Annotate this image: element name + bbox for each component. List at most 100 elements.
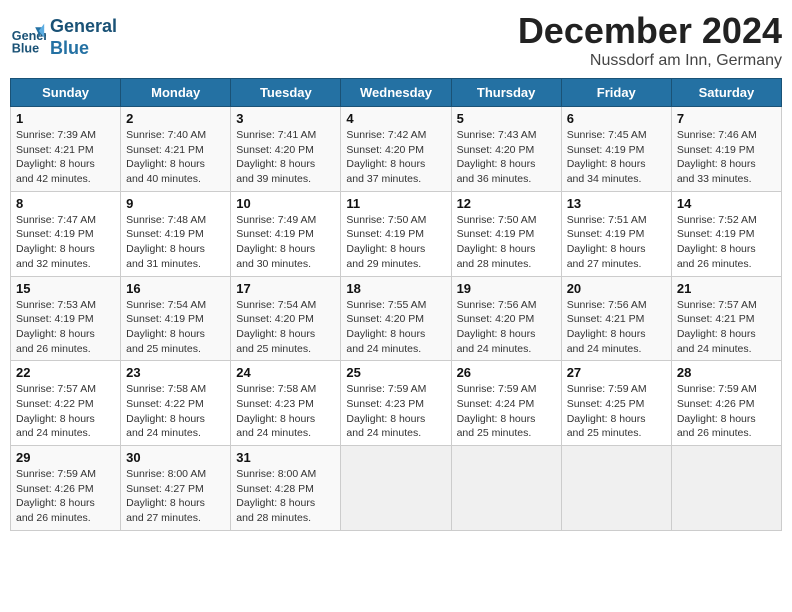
- weekday-header-saturday: Saturday: [671, 79, 781, 107]
- day-detail: Sunrise: 7:41 AMSunset: 4:20 PMDaylight:…: [236, 128, 335, 187]
- day-number: 3: [236, 111, 335, 126]
- day-detail: Sunrise: 7:43 AMSunset: 4:20 PMDaylight:…: [457, 128, 556, 187]
- day-detail: Sunrise: 7:47 AMSunset: 4:19 PMDaylight:…: [16, 213, 115, 272]
- calendar-cell: 29 Sunrise: 7:59 AMSunset: 4:26 PMDayligh…: [11, 446, 121, 531]
- day-number: 21: [677, 281, 776, 296]
- calendar-cell: 6Sunrise: 7:45 AMSunset: 4:19 PMDaylight…: [561, 107, 671, 192]
- calendar-cell: 26 Sunrise: 7:59 AMSunset: 4:24 PMDayligh…: [451, 361, 561, 446]
- calendar-cell: [341, 446, 451, 531]
- calendar-cell: 20 Sunrise: 7:56 AMSunset: 4:21 PMDayligh…: [561, 276, 671, 361]
- svg-text:Blue: Blue: [12, 41, 39, 55]
- day-number: 9: [126, 196, 225, 211]
- calendar-cell: 31Sunrise: 8:00 AMSunset: 4:28 PMDayligh…: [231, 446, 341, 531]
- calendar-cell: 25 Sunrise: 7:59 AMSunset: 4:23 PMDayligh…: [341, 361, 451, 446]
- day-number: 1: [16, 111, 115, 126]
- day-number: 18: [346, 281, 445, 296]
- calendar-cell: 22Sunrise: 7:57 AMSunset: 4:22 PMDayligh…: [11, 361, 121, 446]
- calendar-cell: 27 Sunrise: 7:59 AMSunset: 4:25 PMDayligh…: [561, 361, 671, 446]
- day-detail: Sunrise: 7:53 AMSunset: 4:19 PMDaylight:…: [16, 298, 115, 357]
- day-detail: Sunrise: 7:59 AMSunset: 4:26 PMDaylight:…: [16, 467, 115, 526]
- weekday-header-monday: Monday: [121, 79, 231, 107]
- calendar-table: SundayMondayTuesdayWednesdayThursdayFrid…: [10, 78, 782, 531]
- location-title: Nussdorf am Inn, Germany: [518, 52, 782, 70]
- day-number: 16: [126, 281, 225, 296]
- calendar-cell: 28 Sunrise: 7:59 AMSunset: 4:26 PMDayligh…: [671, 361, 781, 446]
- calendar-cell: 13 Sunrise: 7:51 AMSunset: 4:19 PMDayligh…: [561, 191, 671, 276]
- calendar-cell: 2 Sunrise: 7:40 AMSunset: 4:21 PMDaylight…: [121, 107, 231, 192]
- calendar-cell: 14 Sunrise: 7:52 AMSunset: 4:19 PMDayligh…: [671, 191, 781, 276]
- day-number: 25: [346, 365, 445, 380]
- day-detail: Sunrise: 7:57 AMSunset: 4:21 PMDaylight:…: [677, 298, 776, 357]
- day-detail: Sunrise: 7:58 AMSunset: 4:23 PMDaylight:…: [236, 382, 335, 441]
- calendar-cell: 4Sunrise: 7:42 AMSunset: 4:20 PMDaylight…: [341, 107, 451, 192]
- day-number: 15: [16, 281, 115, 296]
- weekday-header-friday: Friday: [561, 79, 671, 107]
- logo-line2: Blue: [50, 38, 117, 60]
- calendar-cell: 3 Sunrise: 7:41 AMSunset: 4:20 PMDaylight…: [231, 107, 341, 192]
- day-detail: Sunrise: 7:48 AMSunset: 4:19 PMDaylight:…: [126, 213, 225, 272]
- logo-icon: General Blue: [10, 20, 46, 56]
- calendar-cell: 1Sunrise: 7:39 AMSunset: 4:21 PMDaylight…: [11, 107, 121, 192]
- day-number: 2: [126, 111, 225, 126]
- day-number: 23: [126, 365, 225, 380]
- day-number: 17: [236, 281, 335, 296]
- day-detail: Sunrise: 7:49 AMSunset: 4:19 PMDaylight:…: [236, 213, 335, 272]
- day-detail: Sunrise: 8:00 AMSunset: 4:27 PMDaylight:…: [126, 467, 225, 526]
- calendar-cell: 5 Sunrise: 7:43 AMSunset: 4:20 PMDaylight…: [451, 107, 561, 192]
- day-number: 11: [346, 196, 445, 211]
- calendar-cell: 15 Sunrise: 7:53 AMSunset: 4:19 PMDayligh…: [11, 276, 121, 361]
- day-detail: Sunrise: 7:56 AMSunset: 4:20 PMDaylight:…: [457, 298, 556, 357]
- calendar-cell: 16 Sunrise: 7:54 AMSunset: 4:19 PMDayligh…: [121, 276, 231, 361]
- day-detail: Sunrise: 7:54 AMSunset: 4:20 PMDaylight:…: [236, 298, 335, 357]
- day-number: 29: [16, 450, 115, 465]
- day-number: 27: [567, 365, 666, 380]
- calendar-cell: [671, 446, 781, 531]
- calendar-cell: 17 Sunrise: 7:54 AMSunset: 4:20 PMDayligh…: [231, 276, 341, 361]
- title-block: December 2024 Nussdorf am Inn, Germany: [518, 10, 782, 70]
- day-detail: Sunrise: 7:59 AMSunset: 4:23 PMDaylight:…: [346, 382, 445, 441]
- day-number: 20: [567, 281, 666, 296]
- day-number: 13: [567, 196, 666, 211]
- day-detail: Sunrise: 7:40 AMSunset: 4:21 PMDaylight:…: [126, 128, 225, 187]
- day-number: 7: [677, 111, 776, 126]
- weekday-header-wednesday: Wednesday: [341, 79, 451, 107]
- day-number: 28: [677, 365, 776, 380]
- day-number: 8: [16, 196, 115, 211]
- calendar-cell: 30 Sunrise: 8:00 AMSunset: 4:27 PMDayligh…: [121, 446, 231, 531]
- day-detail: Sunrise: 8:00 AMSunset: 4:28 PMDaylight:…: [236, 467, 335, 526]
- calendar-cell: 7 Sunrise: 7:46 AMSunset: 4:19 PMDaylight…: [671, 107, 781, 192]
- day-number: 5: [457, 111, 556, 126]
- day-number: 30: [126, 450, 225, 465]
- day-number: 19: [457, 281, 556, 296]
- calendar-cell: 8 Sunrise: 7:47 AMSunset: 4:19 PMDaylight…: [11, 191, 121, 276]
- day-detail: Sunrise: 7:58 AMSunset: 4:22 PMDaylight:…: [126, 382, 225, 441]
- day-detail: Sunrise: 7:59 AMSunset: 4:25 PMDaylight:…: [567, 382, 666, 441]
- month-title: December 2024: [518, 10, 782, 52]
- day-detail: Sunrise: 7:46 AMSunset: 4:19 PMDaylight:…: [677, 128, 776, 187]
- day-number: 14: [677, 196, 776, 211]
- calendar-cell: 11Sunrise: 7:50 AMSunset: 4:19 PMDayligh…: [341, 191, 451, 276]
- day-detail: Sunrise: 7:51 AMSunset: 4:19 PMDaylight:…: [567, 213, 666, 272]
- logo: General Blue General Blue: [10, 16, 117, 59]
- day-number: 10: [236, 196, 335, 211]
- calendar-cell: 23 Sunrise: 7:58 AMSunset: 4:22 PMDayligh…: [121, 361, 231, 446]
- day-number: 4: [346, 111, 445, 126]
- day-number: 12: [457, 196, 556, 211]
- day-detail: Sunrise: 7:59 AMSunset: 4:24 PMDaylight:…: [457, 382, 556, 441]
- weekday-header-sunday: Sunday: [11, 79, 121, 107]
- day-detail: Sunrise: 7:54 AMSunset: 4:19 PMDaylight:…: [126, 298, 225, 357]
- calendar-cell: 18Sunrise: 7:55 AMSunset: 4:20 PMDayligh…: [341, 276, 451, 361]
- day-detail: Sunrise: 7:52 AMSunset: 4:19 PMDaylight:…: [677, 213, 776, 272]
- calendar-week-2: 8 Sunrise: 7:47 AMSunset: 4:19 PMDaylight…: [11, 191, 782, 276]
- calendar-cell: [561, 446, 671, 531]
- day-detail: Sunrise: 7:59 AMSunset: 4:26 PMDaylight:…: [677, 382, 776, 441]
- calendar-cell: [451, 446, 561, 531]
- day-number: 24: [236, 365, 335, 380]
- weekday-header-thursday: Thursday: [451, 79, 561, 107]
- calendar-cell: 19 Sunrise: 7:56 AMSunset: 4:20 PMDayligh…: [451, 276, 561, 361]
- day-detail: Sunrise: 7:57 AMSunset: 4:22 PMDaylight:…: [16, 382, 115, 441]
- calendar-cell: 12Sunrise: 7:50 AMSunset: 4:19 PMDayligh…: [451, 191, 561, 276]
- day-detail: Sunrise: 7:56 AMSunset: 4:21 PMDaylight:…: [567, 298, 666, 357]
- day-detail: Sunrise: 7:45 AMSunset: 4:19 PMDaylight:…: [567, 128, 666, 187]
- day-number: 26: [457, 365, 556, 380]
